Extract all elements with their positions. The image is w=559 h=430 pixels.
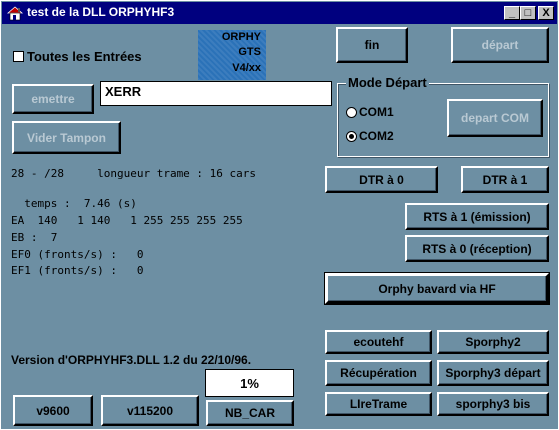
com1-radio[interactable] [346,107,357,118]
com2-selected-dot [349,134,354,139]
fin-button[interactable]: fin [336,27,408,63]
window-title: test de la DLL ORPHYHF3 [27,5,175,19]
maximize-icon: □ [524,7,532,19]
com2-radio[interactable] [346,131,357,142]
info-trame-line: 28 - /28 longueur trame : 16 cars [11,167,257,180]
sporphy3-depart-button[interactable]: Sporphy3 départ [437,360,549,386]
minimize-icon: _ [508,7,516,19]
badge-line-1: ORPHY [221,31,261,43]
info-ef1-line: EF1 (fronts/s) : 0 [11,264,144,277]
v9600-button[interactable]: v9600 [13,395,93,426]
dtr-1-button[interactable]: DTR à 1 [461,166,549,193]
depart-com-button[interactable]: depart COM [447,99,543,137]
emit-input[interactable]: XERR [100,81,332,106]
emettre-button[interactable]: emettre [12,84,94,114]
app-icon [6,6,24,21]
minimize-button[interactable]: _ [504,6,520,20]
info-ea-line: EA 140 1 140 1 255 255 255 255 [11,214,243,227]
toutes-entrees-checkbox[interactable] [13,51,24,62]
depart-button[interactable]: départ [451,27,549,63]
main-window: test de la DLL ORPHYHF3 _ □ X Toutes les… [0,0,559,430]
info-temps-line: temps : 7.46 (s) [11,197,137,210]
com2-label: COM2 [359,129,394,143]
maximize-button[interactable]: □ [520,6,536,20]
vider-tampon-button[interactable]: Vider Tampon [12,121,121,154]
info-ef0-line: EF0 (fronts/s) : 0 [11,248,144,261]
sporphy2-button[interactable]: Sporphy2 [437,330,549,354]
ecoutehf-button[interactable]: ecoutehf [325,330,432,354]
badge-line-3: V4/xx [232,62,261,74]
title-bar[interactable]: test de la DLL ORPHYHF3 _ □ X [2,2,557,24]
mode-depart-title: Mode Départ [346,75,429,90]
nb-car-button[interactable]: NB_CAR [206,400,294,426]
close-icon: X [542,7,550,19]
liretrame-button[interactable]: LIreTrame [325,392,432,416]
sporphy3-bis-button[interactable]: sporphy3 bis [437,392,549,416]
toutes-entrees-label: Toutes les Entrées [27,49,142,64]
orphy-bavard-button[interactable]: Orphy bavard via HF [324,272,550,305]
dtr-0-button[interactable]: DTR à 0 [325,166,438,193]
com1-label: COM1 [359,105,394,119]
v115200-button[interactable]: v115200 [101,395,199,426]
rts-0-button[interactable]: RTS à 0 (réception) [405,235,549,262]
orphy-gts-badge: ORPHY GTS V4/xx [198,30,266,80]
close-button[interactable]: X [538,6,554,20]
recuperation-button[interactable]: Récupération [325,360,432,386]
version-text: Version d'ORPHYHF3.DLL 1.2 du 22/10/96. [11,353,252,367]
info-eb-line: EB : 7 [11,231,58,244]
progress-field: 1% [205,369,294,397]
rts-1-button[interactable]: RTS à 1 (émission) [405,203,549,230]
badge-line-2: GTS [238,46,261,58]
